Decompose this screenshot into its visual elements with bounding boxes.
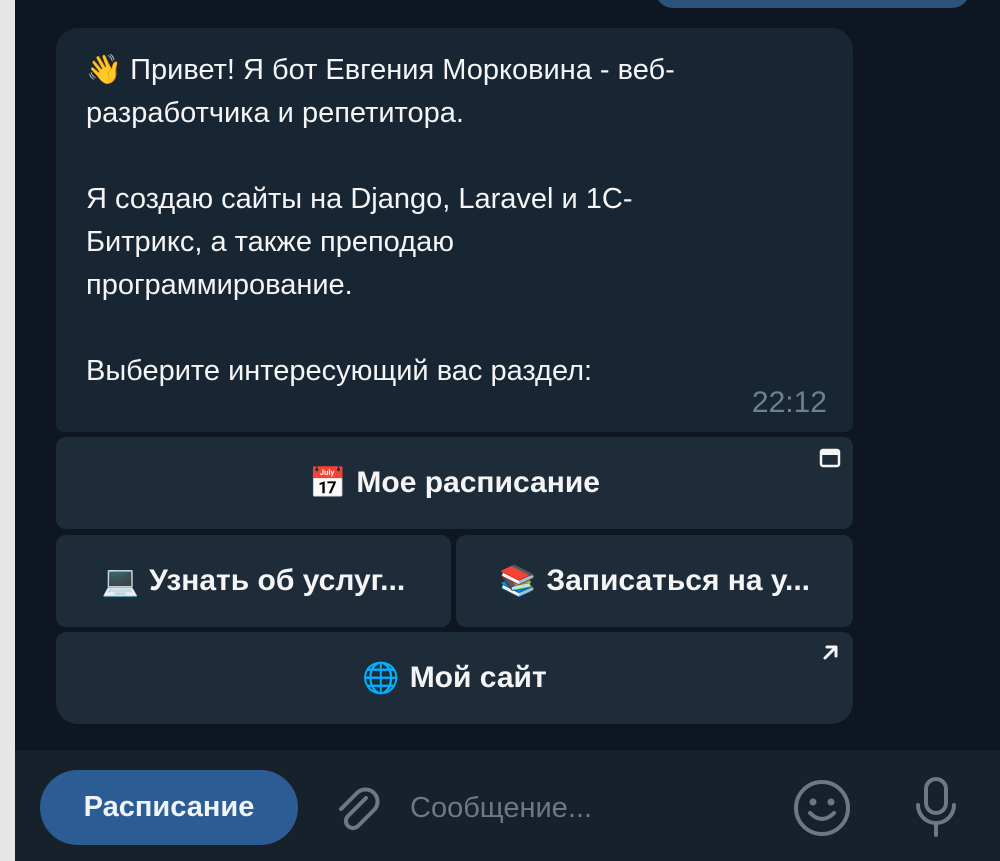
wave-emoji-icon: 👋 (86, 52, 123, 86)
services-button[interactable]: 💻 Узнать об услуг... (56, 535, 451, 627)
message-line-3: Я создаю сайты на Django, Laravel и 1С- (86, 183, 633, 215)
message-line-5: программирование. (86, 269, 353, 301)
calendar-icon: 📅 (309, 465, 347, 501)
outgoing-message-bubble (655, 0, 970, 8)
reply-keyboard-button[interactable]: Расписание (40, 770, 298, 845)
signup-button[interactable]: 📚 Записаться на у... (456, 535, 853, 627)
schedule-button-label: Мое расписание (356, 466, 600, 499)
emoji-icon[interactable] (792, 778, 852, 838)
services-button-label: Узнать об услуг... (149, 564, 406, 597)
globe-icon: 🌐 (362, 660, 400, 696)
window-edge (0, 0, 15, 861)
window-icon (819, 448, 841, 468)
books-icon: 📚 (499, 563, 537, 599)
laptop-icon: 💻 (101, 563, 140, 599)
message-line-4: Битрикс, а также преподаю (86, 226, 454, 258)
bot-message-bubble: 👋 Привет! Я бот Евгения Морковина - веб-… (56, 28, 853, 432)
scrollbar[interactable] (990, 30, 996, 660)
signup-button-label: Записаться на у... (546, 564, 810, 597)
schedule-webapp-button[interactable]: 📅 Мое расписание (56, 437, 853, 529)
reply-button-label: Расписание (83, 791, 255, 823)
external-link-icon (823, 645, 838, 660)
microphone-icon[interactable] (910, 775, 962, 841)
my-site-button[interactable]: 🌐 Мой сайт (56, 632, 853, 724)
my-site-button-label: Мой сайт (409, 661, 547, 694)
message-line-6: Выберите интересующий вас раздел: (86, 355, 593, 387)
message-line-2: разработчика и репетитора. (86, 97, 464, 129)
attach-icon[interactable] (330, 782, 384, 836)
message-time: 22:12 (751, 386, 827, 419)
message-input[interactable] (410, 782, 750, 834)
message-line-1: 👋 Привет! Я бот Евгения Морковина - веб- (86, 52, 675, 86)
